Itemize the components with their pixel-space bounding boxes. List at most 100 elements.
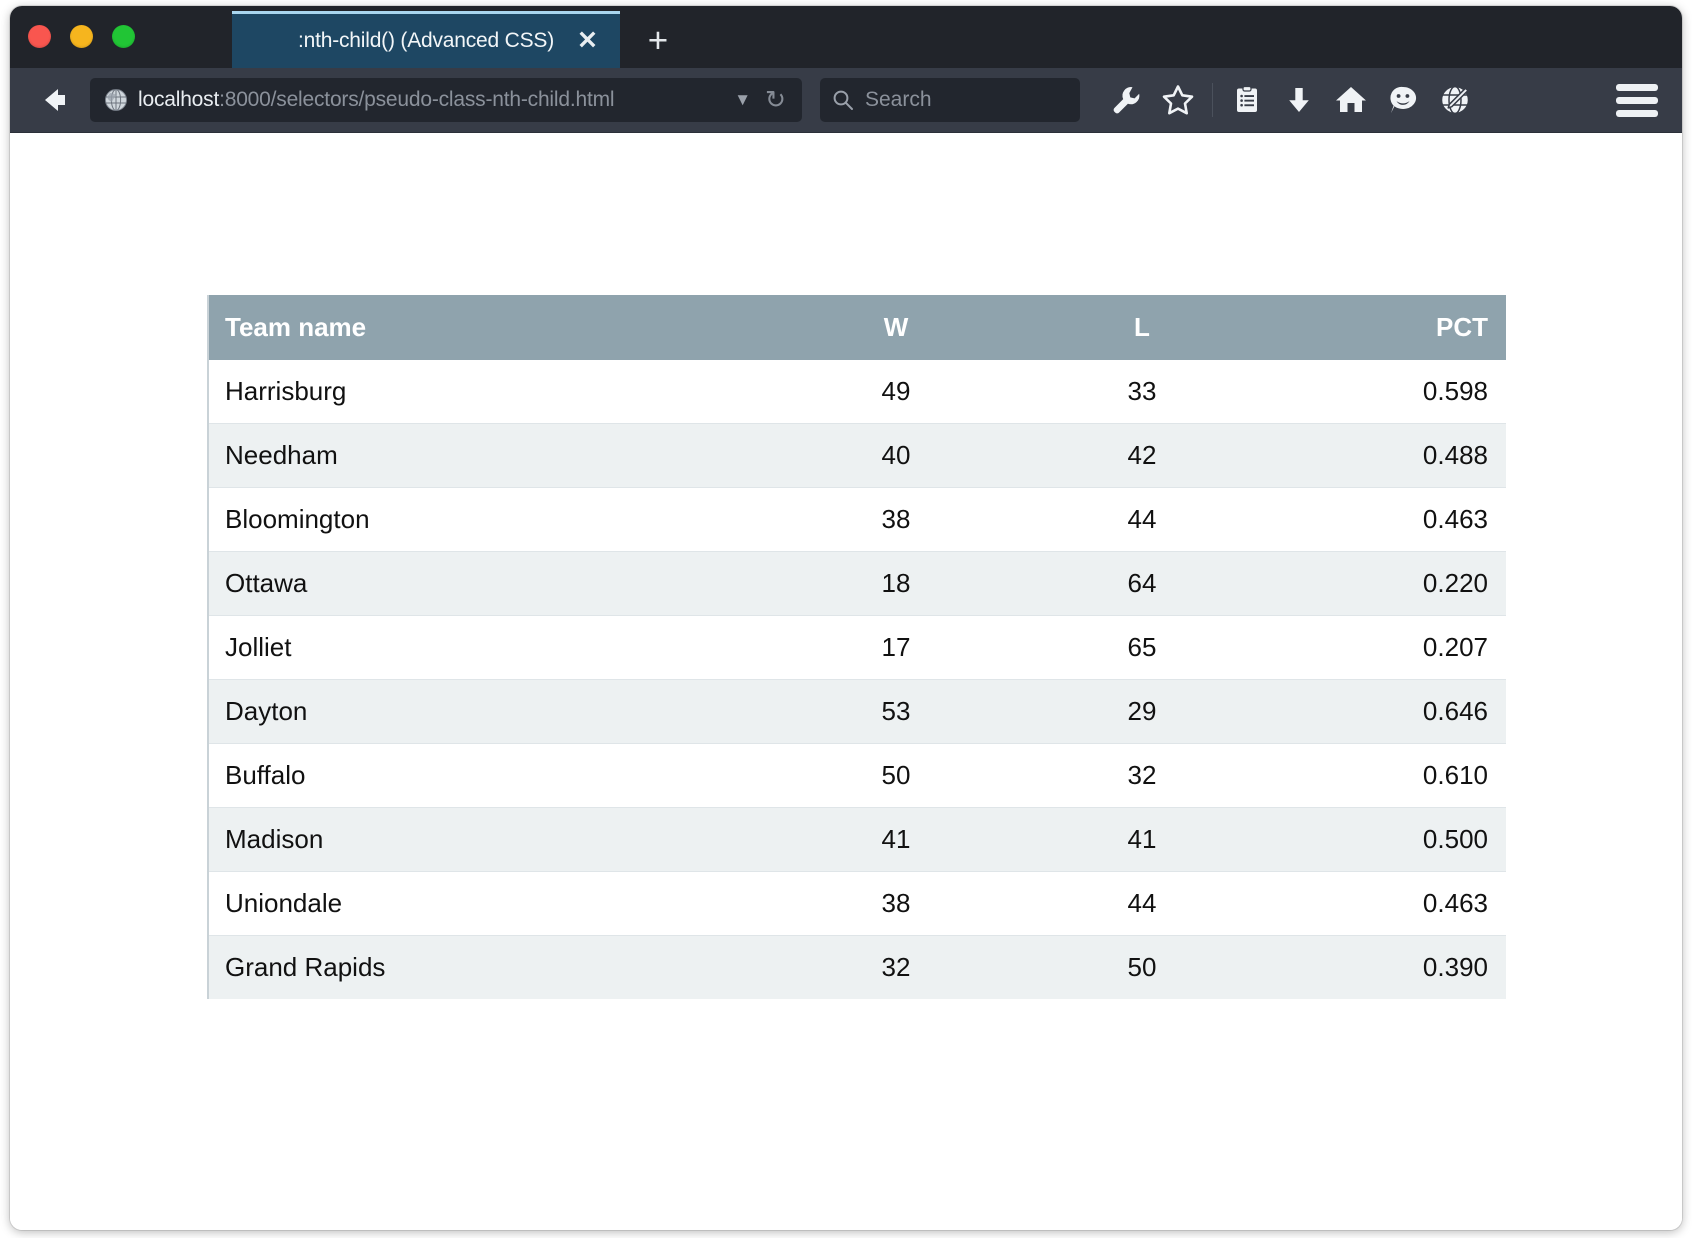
reload-icon[interactable]: ↻ [765,87,786,113]
browser-menu-button[interactable] [1616,83,1658,117]
downloads-button[interactable] [1275,76,1323,124]
standings-table: Team name W L PCT Harrisburg 49 33 0.598 Ne… [207,295,1506,999]
cell-pct: 0.488 [1265,423,1506,488]
cell-l: 42 [1019,423,1265,488]
cell-l: 65 [1019,615,1265,680]
address-dropdown-icon[interactable]: ▼ [734,90,751,110]
address-bar-url: localhost:8000/selectors/pseudo-class-nt… [138,88,726,112]
cell-team: Harrisburg [225,376,347,406]
cell-l: 33 [1127,376,1157,406]
table-row: Dayton 53 29 0.646 [207,679,1506,744]
cell-team: Grand Rapids [207,935,773,999]
cell-pct: 0.610 [1265,743,1506,808]
cell-l: 44 [1019,487,1265,552]
cell-pct: 0.463 [1265,487,1506,552]
tab-strip: :nth-child() (Advanced CSS) ✕ + [10,6,1682,68]
cell-team: Bloomington [207,487,773,552]
hamburger-line [1616,109,1658,117]
browser-toolbar: localhost:8000/selectors/pseudo-class-nt… [10,68,1682,133]
cell-w: 40 [773,423,1019,488]
cell-team: Needham [207,423,773,488]
address-bar[interactable]: localhost:8000/selectors/pseudo-class-nt… [90,78,802,122]
table-row: Buffalo 50 32 0.610 [207,743,1506,808]
tab-close-icon[interactable]: ✕ [577,28,598,54]
cell-pct: 0.500 [1265,807,1506,872]
cell-w: 49 [881,376,911,406]
hamburger-line [1616,83,1658,91]
cell-l: 50 [1019,935,1265,999]
traffic-lights [28,25,135,48]
developer-tools-button[interactable] [1102,76,1150,124]
table-header-row: Team name W L PCT [207,295,1506,360]
cell-team: Jolliet [207,615,773,680]
back-arrow-icon [45,89,65,111]
url-path: :8000/selectors/pseudo-class-nth-child.h… [219,88,615,111]
tab-active[interactable]: :nth-child() (Advanced CSS) ✕ [232,11,620,68]
cell-pct: 0.390 [1265,935,1506,999]
search-icon [833,90,853,110]
table-row: Needham 40 42 0.488 [207,423,1506,488]
column-header-l: L [1019,295,1265,360]
cell-pct: 0.463 [1265,871,1506,936]
download-icon [1289,88,1309,112]
cell-w: 32 [773,935,1019,999]
cell-l: 44 [1019,871,1265,936]
home-button[interactable] [1327,76,1375,124]
web-developer-button[interactable] [1431,76,1479,124]
cell-w: 41 [773,807,1019,872]
zoom-window-button[interactable] [112,25,135,48]
home-icon [1336,87,1366,112]
table-body: Harrisburg 49 33 0.598 Needham 40 42 0.488 Blo… [207,360,1506,999]
new-tab-button[interactable]: + [638,22,678,62]
cell-pct: 0.646 [1265,679,1506,744]
back-button[interactable] [32,77,78,123]
wrench-icon [1113,87,1140,114]
cell-l: 29 [1019,679,1265,744]
bookmark-button[interactable] [1154,76,1202,124]
close-window-button[interactable] [28,25,51,48]
cell-team: Dayton [207,679,773,744]
reader-list-icon [1237,85,1257,112]
globe-icon [105,89,127,111]
toolbar-buttons [1102,76,1616,124]
url-host: localhost [138,88,220,111]
table-row: Harrisburg 49 33 0.598 [207,360,1506,424]
cell-pct: 0.207 [1265,615,1506,680]
cell-w: 38 [773,871,1019,936]
table-row: Uniondale 38 44 0.463 [207,871,1506,936]
cell-pct: 0.598 [1422,376,1488,406]
toolbar-divider [1212,83,1213,117]
browser-window: :nth-child() (Advanced CSS) ✕ + localhos… [10,6,1682,1230]
column-header-pct: PCT [1265,295,1506,360]
column-header-w: W [773,295,1019,360]
table-row: Grand Rapids 32 50 0.390 [207,935,1506,999]
smiley-chat-icon [1390,86,1417,113]
search-input[interactable]: Search [820,78,1080,122]
search-placeholder: Search [865,88,932,111]
table-row: Ottawa 18 64 0.220 [207,551,1506,616]
feedback-button[interactable] [1379,76,1427,124]
table-row: Bloomington 38 44 0.463 [207,487,1506,552]
cell-l: 64 [1019,551,1265,616]
cell-w: 50 [773,743,1019,808]
minimize-window-button[interactable] [70,25,93,48]
cell-pct: 0.220 [1265,551,1506,616]
cell-w: 17 [773,615,1019,680]
tab-title: :nth-child() (Advanced CSS) [297,29,555,52]
globe-pencil-icon [1440,85,1470,115]
table-header: Team name W L PCT [207,295,1506,360]
cell-team: Buffalo [207,743,773,808]
cell-l: 41 [1019,807,1265,872]
cell-team: Uniondale [207,871,773,936]
cell-w: 38 [773,487,1019,552]
table-row: Jolliet 17 65 0.207 [207,615,1506,680]
cell-w: 18 [773,551,1019,616]
page-viewport: Team name W L PCT Harrisburg 49 33 0.598 Ne… [10,133,1682,1230]
cell-team: Ottawa [207,551,773,616]
reading-list-button[interactable] [1223,76,1271,124]
hamburger-line [1616,96,1658,104]
cell-w: 53 [773,679,1019,744]
cell-team: Madison [207,807,773,872]
table-row: Madison 41 41 0.500 [207,807,1506,872]
star-icon [1162,85,1194,115]
